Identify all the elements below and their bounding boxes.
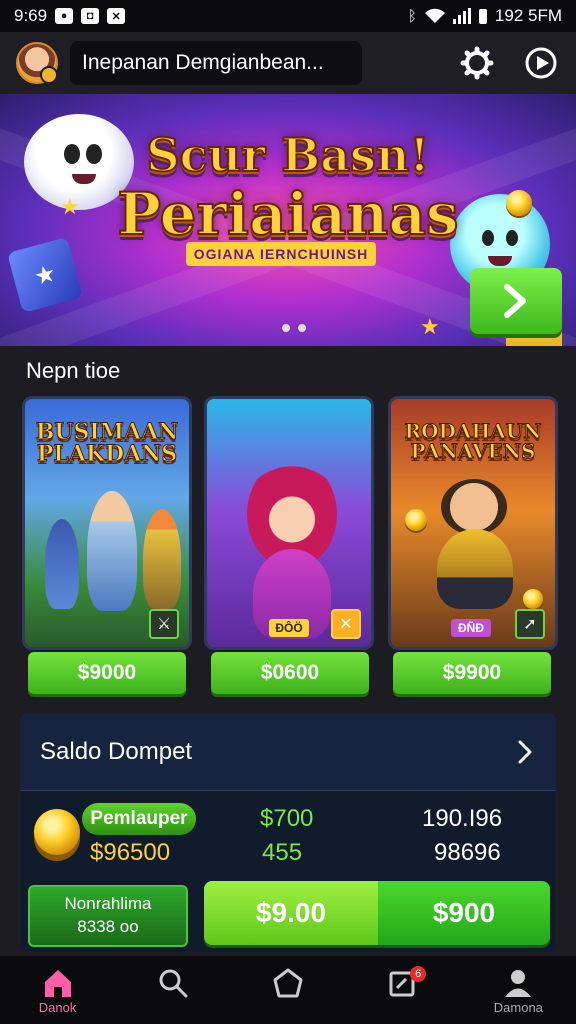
gear-icon[interactable] (460, 46, 494, 80)
wallet-badge: Pemlauper (82, 803, 196, 835)
wallet-panel: Saldo Dompet Pemlauper $96500 $700 455 1… (20, 714, 556, 952)
section-title: Nepn tioe (26, 358, 121, 383)
bluetooth-icon: ᛒ (407, 7, 417, 25)
signal-icon (452, 8, 471, 24)
game-card[interactable]: BUSIMAAN PLAKDANS ⚔ (22, 396, 192, 650)
game-card-title: BUSIMAAN PLAKDANS (35, 419, 179, 467)
wallet-col2-top: $700 (260, 805, 314, 832)
avatar[interactable] (16, 42, 58, 84)
app-notification-icon: ◘ (81, 8, 100, 24)
image-notification-icon: ✕ (107, 8, 126, 24)
promo-banner[interactable]: ★ ★ ★ ★ Scur Basn! Periaianas OGIANA IER… (0, 94, 576, 346)
banner-title-line1: Scur Basn! (145, 127, 430, 183)
header-title-box[interactable]: Inepanan Demgianbean... (70, 41, 362, 85)
game-card-title: RODAHAUN PANAVENS (404, 419, 542, 463)
banner-subtitle: OGIANA IERNCHUINSH (186, 242, 376, 266)
battery-icon (478, 8, 487, 24)
nav-shop[interactable] (243, 966, 333, 1022)
wallet-col2-bottom: 455 (262, 839, 303, 866)
wallet-secondary-label: Nonrahlima (64, 894, 152, 914)
game-card[interactable]: RODAHAUN PANAVENS ÐÑÐ ➚ (388, 396, 558, 650)
sword-icon: ⚔ (149, 609, 179, 639)
arrow-icon: ➚ (515, 609, 545, 639)
play-circle-icon[interactable] (524, 46, 558, 80)
wifi-icon (424, 8, 445, 23)
wallet-secondary-button[interactable]: Nonrahlima 8338 oo (28, 885, 188, 947)
nav-search[interactable] (128, 966, 218, 1022)
notification-badge: 6 (410, 966, 427, 982)
wallet-primary-button[interactable]: $9.00 $900 (204, 881, 550, 945)
header-title: Inepanan Demgianbean... (82, 51, 324, 74)
wallet-secondary-value: 8338 oo (77, 917, 139, 936)
nav-home[interactable]: Danok (13, 966, 103, 1022)
banner-pagination[interactable] (282, 324, 306, 332)
status-right-time: 192 5FM (494, 6, 562, 25)
nav-notifications[interactable]: 6 (358, 966, 448, 1022)
wallet-primary-right[interactable]: $900 (378, 881, 550, 945)
hammer-icon: ✕ (331, 609, 361, 639)
home-icon (44, 970, 71, 997)
banner-title-line2: Periaianas (116, 179, 459, 249)
search-icon (159, 969, 188, 998)
status-bar: 9:69 ● ◘ ✕ ᛒ 192 5FM (0, 0, 576, 32)
chevron-right-icon (504, 284, 526, 318)
banner-next-button[interactable] (470, 268, 562, 334)
game-card[interactable]: ÐÔÖ ✕ (204, 396, 374, 650)
game-card-tag: ÐÑÐ (451, 619, 491, 637)
wallet-col3-bottom: 98696 (434, 839, 501, 866)
chevron-right-icon[interactable] (516, 738, 536, 766)
dice-icon: ★ (7, 237, 83, 313)
game-price-button[interactable]: $0600 (211, 652, 369, 694)
game-price-button[interactable]: $9000 (28, 652, 186, 694)
wallet-primary-left[interactable]: $9.00 (204, 881, 378, 945)
game-card-tag: ÐÔÖ (269, 619, 309, 637)
wallet-amount: $96500 (90, 839, 171, 866)
status-time: 9:69 (14, 6, 48, 25)
pentagon-home-icon (273, 968, 303, 998)
wallet-col3-top: 190.I96 (422, 805, 503, 832)
nav-profile-label: Damona (493, 1000, 543, 1015)
user-icon (505, 970, 532, 997)
wallet-body: Pemlauper $96500 $700 455 190.I96 98696 … (20, 790, 556, 952)
coin-stack-icon (34, 809, 80, 855)
wallet-header[interactable]: Saldo Dompet (20, 714, 556, 790)
game-price-button[interactable]: $9900 (393, 652, 551, 694)
nav-profile[interactable]: Damona (473, 966, 563, 1022)
nav-home-label: Danok (38, 1000, 77, 1015)
notification-icon: ● (55, 8, 74, 24)
bottom-nav: Danok 6 Damona (0, 956, 576, 1024)
wallet-title: Saldo Dompet (40, 738, 193, 765)
